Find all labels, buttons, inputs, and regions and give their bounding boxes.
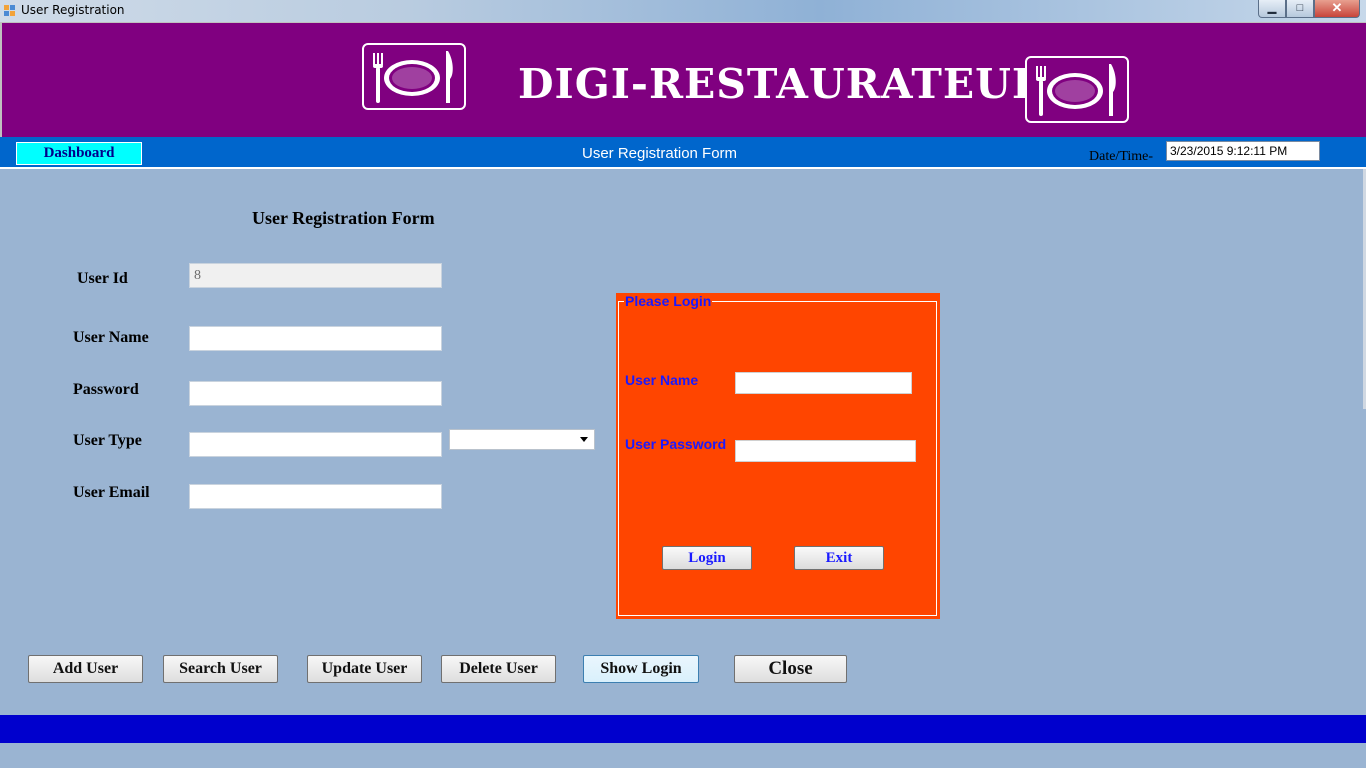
login-password-field[interactable] bbox=[735, 440, 916, 462]
user-id-field[interactable]: 8 bbox=[189, 263, 442, 288]
login-panel: Please Login User Name User Password Log… bbox=[616, 293, 940, 619]
login-user-name-field[interactable] bbox=[735, 372, 912, 394]
user-email-field[interactable] bbox=[189, 484, 442, 509]
form-title: User Registration Form bbox=[252, 208, 435, 228]
login-user-name-label: User Name bbox=[625, 372, 699, 388]
brand-title: DIGI-RESTAURATEUR bbox=[518, 60, 1047, 108]
user-type-field[interactable] bbox=[189, 432, 442, 457]
window-title: User Registration bbox=[21, 3, 125, 17]
plate-fork-knife-icon bbox=[1025, 56, 1129, 123]
password-label: Password bbox=[73, 381, 139, 398]
exit-button[interactable]: Exit bbox=[794, 546, 884, 570]
nav-title: User Registration Form bbox=[582, 145, 738, 162]
header-banner: DIGI-RESTAURATEUR bbox=[0, 22, 1366, 137]
update-user-button[interactable]: Update User bbox=[307, 655, 422, 683]
footer-bar bbox=[0, 715, 1366, 743]
chevron-down-icon bbox=[580, 437, 588, 442]
close-window-button[interactable]: ✕ bbox=[1314, 0, 1360, 18]
login-legend: Please Login bbox=[624, 293, 713, 309]
window-title-bar[interactable]: User Registration ▁ □ ✕ bbox=[0, 0, 1366, 22]
datetime-label: Date/Time- bbox=[1089, 149, 1154, 164]
close-button[interactable]: Close bbox=[734, 655, 847, 683]
maximize-button[interactable]: □ bbox=[1286, 0, 1314, 18]
user-id-label: User Id bbox=[77, 270, 128, 287]
add-user-button[interactable]: Add User bbox=[28, 655, 143, 683]
app-icon bbox=[4, 5, 15, 16]
login-password-label: User Password bbox=[625, 436, 727, 452]
plate-fork-knife-icon bbox=[362, 43, 466, 110]
minimize-icon: ▁ bbox=[1267, 2, 1277, 14]
minimize-button[interactable]: ▁ bbox=[1258, 0, 1286, 18]
close-icon: ✕ bbox=[1331, 0, 1343, 15]
datetime-field[interactable]: 3/23/2015 9:12:11 PM bbox=[1166, 141, 1320, 161]
user-name-field[interactable] bbox=[189, 326, 442, 351]
show-login-button[interactable]: Show Login bbox=[583, 655, 699, 683]
user-name-label: User Name bbox=[73, 329, 149, 346]
dashboard-button[interactable]: Dashboard bbox=[16, 142, 142, 165]
delete-user-button[interactable]: Delete User bbox=[441, 655, 556, 683]
user-email-label: User Email bbox=[73, 484, 150, 501]
user-type-dropdown[interactable] bbox=[449, 429, 595, 450]
login-button[interactable]: Login bbox=[662, 546, 752, 570]
nav-bar: Dashboard User Registration Form Date/Ti… bbox=[0, 137, 1366, 169]
maximize-icon: □ bbox=[1296, 2, 1304, 14]
search-user-button[interactable]: Search User bbox=[163, 655, 278, 683]
password-field[interactable] bbox=[189, 381, 442, 406]
user-type-label: User Type bbox=[73, 432, 142, 449]
